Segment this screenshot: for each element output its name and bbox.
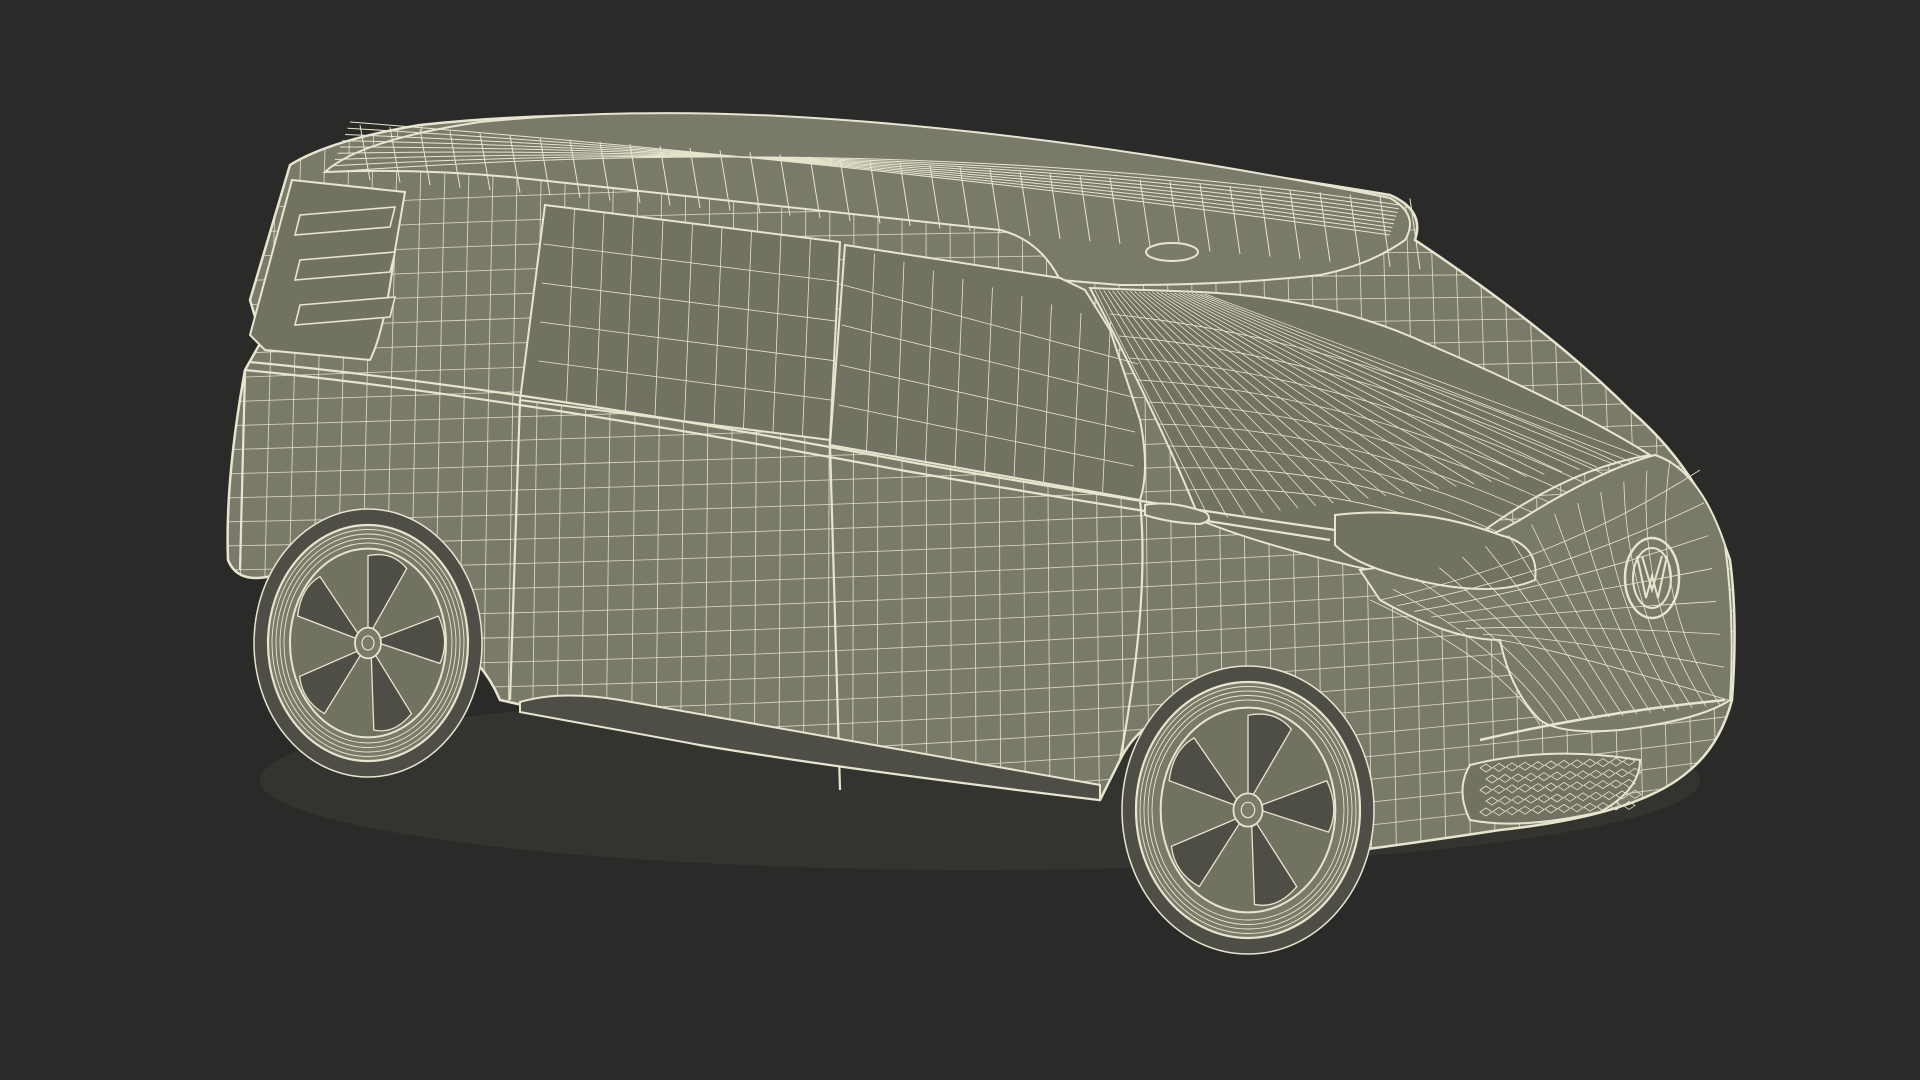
roof-sensor-icon <box>1145 242 1199 262</box>
wireframe-van-render <box>0 0 1920 1080</box>
middle-side-window <box>518 203 842 442</box>
rear-wheel <box>253 508 483 778</box>
front-wheel <box>1121 665 1375 955</box>
viewport <box>0 0 1920 1080</box>
rear-vent-slats <box>293 206 397 326</box>
wheel-hub <box>354 626 382 660</box>
wheel-hub <box>1232 792 1264 828</box>
